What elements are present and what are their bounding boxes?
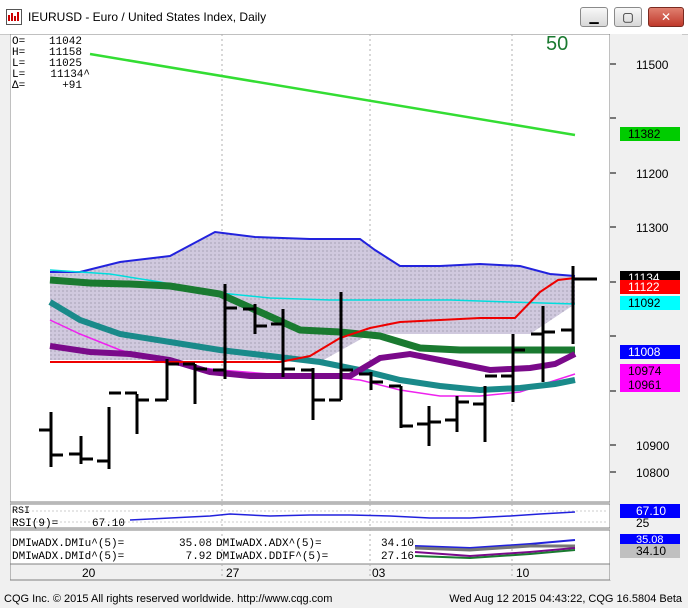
price-tag: 11008	[628, 345, 661, 359]
chart-window[interactable]: O= 11042 H= 11158 L= 11025 L= 11134^ Δ= …	[9, 33, 682, 582]
dmi-label: DMIwADX.DMIu^(5)=	[12, 538, 124, 550]
window-title: IEURUSD - Euro / United States Index, Da…	[28, 10, 267, 24]
window-titlebar[interactable]: IEURUSD - Euro / United States Index, Da…	[0, 0, 688, 35]
price-tag: 10974	[628, 364, 662, 378]
price-tag: 11382	[628, 127, 661, 141]
rsi-label: RSI(9)=	[12, 518, 58, 530]
rsi-value: 67.10	[92, 518, 125, 530]
chart-canvas[interactable]: O= 11042 H= 11158 L= 11025 L= 11134^ Δ= …	[9, 33, 682, 582]
maximize-button[interactable]: ▢	[614, 7, 642, 27]
price-tick: 11500	[636, 58, 669, 72]
time-label: 03	[372, 566, 386, 580]
price-tick: 10800	[636, 466, 670, 480]
dmi-tag: 34.10	[636, 544, 666, 558]
dmi-value: 34.10	[381, 538, 414, 550]
dmi-label: DMIwADX.DMId^(5)=	[12, 551, 124, 563]
chart-badge: 50	[546, 34, 568, 55]
price-tag: 11122	[628, 280, 660, 294]
time-label: 27	[226, 566, 240, 580]
price-tag: 10961	[628, 378, 662, 392]
status-bar: CQG Inc. © 2015 All rights reserved worl…	[0, 590, 688, 608]
copyright-text: CQG Inc. © 2015 All rights reserved worl…	[4, 593, 333, 605]
ohlc-label: Δ=	[12, 80, 25, 92]
time-label: 20	[82, 566, 96, 580]
price-tag: 11092	[628, 296, 661, 310]
minimize-button[interactable]: ▁	[580, 7, 608, 27]
timestamp-text: Wed Aug 12 2015 04:43:22, CQG 16.5804 Be…	[449, 593, 682, 605]
price-tick: 11200	[636, 167, 669, 181]
dmi-value: 27.16	[381, 551, 414, 563]
rsi-header: RSI	[12, 506, 30, 517]
ohlc-value: +91	[62, 80, 82, 92]
price-tick: 11300	[636, 221, 669, 235]
price-tick: 10900	[636, 439, 670, 453]
close-icon: ✕	[660, 10, 672, 24]
chart-app-icon	[6, 9, 22, 25]
close-button[interactable]: ✕	[648, 7, 684, 27]
rsi-axis-tick: 25	[636, 516, 650, 530]
minimize-icon: ▁	[589, 10, 599, 24]
dmi-value: 35.08	[179, 538, 212, 550]
dmi-label: DMIwADX.ADX^(5)=	[216, 538, 322, 550]
dmi-value: 7.92	[186, 551, 212, 563]
dmi-label: DMIwADX.DDIF^(5)=	[216, 551, 328, 563]
time-label: 10	[516, 566, 530, 580]
maximize-icon: ▢	[622, 10, 634, 24]
